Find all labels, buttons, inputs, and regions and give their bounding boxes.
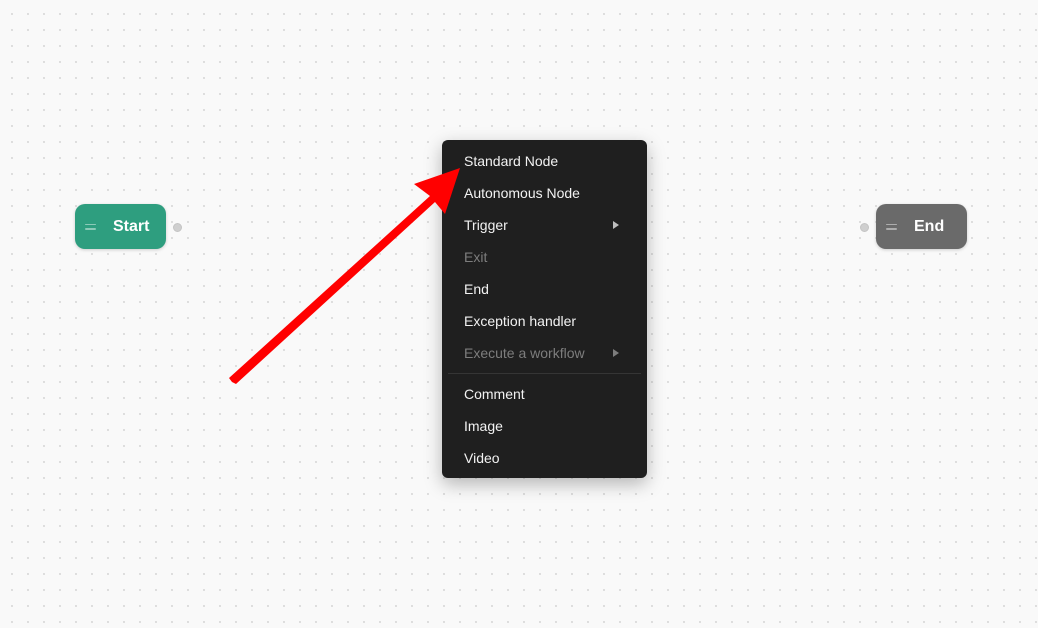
chevron-right-icon	[613, 349, 619, 357]
menu-item-comment[interactable]: Comment	[442, 378, 647, 410]
start-node-label: Start	[113, 217, 150, 235]
menu-item-standard-node[interactable]: Standard Node	[442, 145, 647, 177]
menu-item-label: Video	[464, 450, 500, 466]
menu-divider	[448, 373, 641, 374]
chevron-right-icon	[613, 221, 619, 229]
workflow-canvas[interactable]: Start End Standard Node Autonomous Node …	[0, 0, 1038, 628]
end-node[interactable]: End	[876, 204, 967, 249]
menu-item-video[interactable]: Video	[442, 442, 647, 474]
drag-handle-icon[interactable]	[85, 221, 97, 233]
end-node-label: End	[914, 217, 945, 235]
menu-item-label: Execute a workflow	[464, 345, 585, 361]
menu-item-label: Exit	[464, 249, 488, 265]
menu-item-label: End	[464, 281, 489, 297]
start-node-output-port[interactable]	[173, 223, 182, 232]
menu-item-label: Image	[464, 418, 503, 434]
menu-item-exception-handler[interactable]: Exception handler	[442, 305, 647, 337]
menu-item-execute-a-workflow: Execute a workflow	[442, 337, 647, 369]
start-node[interactable]: Start	[75, 204, 166, 249]
menu-item-autonomous-node[interactable]: Autonomous Node	[442, 177, 647, 209]
menu-item-trigger[interactable]: Trigger	[442, 209, 647, 241]
menu-item-end[interactable]: End	[442, 273, 647, 305]
drag-handle-icon[interactable]	[886, 221, 898, 233]
menu-item-label: Exception handler	[464, 313, 577, 329]
menu-item-label: Trigger	[464, 217, 508, 233]
menu-item-label: Standard Node	[464, 153, 559, 169]
red-arrow-annotation-shape	[229, 168, 460, 384]
add-node-context-menu: Standard Node Autonomous Node Trigger Ex…	[442, 140, 647, 478]
menu-item-image[interactable]: Image	[442, 410, 647, 442]
menu-item-exit: Exit	[442, 241, 647, 273]
end-node-input-port[interactable]	[860, 223, 869, 232]
menu-item-label: Comment	[464, 386, 525, 402]
menu-item-label: Autonomous Node	[464, 185, 580, 201]
